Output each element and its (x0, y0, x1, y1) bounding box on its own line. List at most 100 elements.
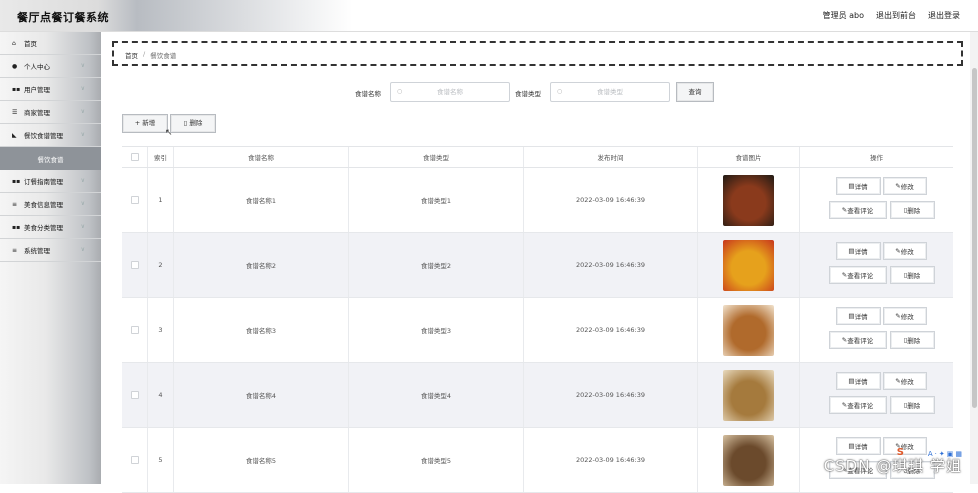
edit-button[interactable]: ✎ 修改 (883, 177, 927, 195)
sidebar-item-b1[interactable]: ≡美食信息管理∨ (0, 193, 101, 216)
sidebar-item-a0[interactable]: ⌂首页 (0, 32, 101, 55)
sidebar-item-a4[interactable]: ◣餐饮食谱管理∨ (0, 124, 101, 147)
chevron-down-icon: ∨ (81, 223, 85, 230)
logout-link[interactable]: 退出登录 (928, 10, 960, 21)
sidebar-item-b2[interactable]: ▪▪美食分类管理∨ (0, 216, 101, 239)
recipe-image (723, 240, 774, 291)
row-actions-cell: ▤ 详情✎ 修改 ✎ 查看评论▯ 删除 (800, 363, 953, 427)
row-checkbox[interactable] (131, 261, 139, 269)
delete-button[interactable]: ▯ 删除 (890, 266, 935, 284)
add-button[interactable]: + 新增 (122, 114, 168, 133)
view-comments-button[interactable]: ✎ 查看评论 (829, 266, 887, 284)
row-time: 2022-03-09 16:46:39 (524, 363, 698, 427)
sidebar-item-a2[interactable]: ▪▪用户管理∨ (0, 78, 101, 101)
sidebar-item-b0[interactable]: ▪▪订餐指南管理∨ (0, 170, 101, 193)
detail-button[interactable]: ▤ 详情 (836, 307, 881, 325)
edit-button[interactable]: ✎ 修改 (883, 437, 927, 455)
edit-button[interactable]: ✎ 修改 (883, 242, 927, 260)
row-checkbox[interactable] (131, 326, 139, 334)
row-checkbox[interactable] (131, 196, 139, 204)
search-bar: 食谱名称 ○ 食谱名称 食谱类型 ○ 食谱类型 查询 (101, 82, 978, 102)
sidebar: ⌂首页●个人中心∨▪▪用户管理∨☰商家管理∨◣餐饮食谱管理∨餐饮食谱▪▪订餐指南… (0, 32, 101, 484)
row-index: 5 (148, 428, 174, 492)
header-image: 食谱图片 (698, 147, 800, 167)
view-comments-button-label: 查看评论 (847, 335, 873, 345)
breadcrumb: 首页 / 餐饮食谱 (125, 50, 176, 60)
row-actions-cell: ▤ 详情✎ 修改 ✎ 查看评论▯ 删除 (800, 298, 953, 362)
row-name: 食谱名称5 (174, 428, 349, 492)
table-row: 4食谱名称4食谱类型42022-03-09 16:46:39▤ 详情✎ 修改✎ … (122, 363, 953, 428)
recipe-type-label: 食谱类型 (515, 88, 541, 98)
sidebar-item-b3[interactable]: ≡系统管理∨ (0, 239, 101, 262)
view-comments-button[interactable]: ✎ 查看评论 (829, 331, 887, 349)
recipe-image (723, 305, 774, 356)
delete-button[interactable]: ▯ 删除 (890, 331, 935, 349)
row-actions: ▤ 详情✎ 修改 ✎ 查看评论▯ 删除 (807, 370, 947, 420)
row-checkbox[interactable] (131, 391, 139, 399)
sidebar-item-label: 订餐指南管理 (24, 176, 63, 186)
row-checkbox[interactable] (131, 456, 139, 464)
view-comments-button[interactable]: ✎ 查看评论 (829, 396, 887, 414)
vertical-scrollbar[interactable] (970, 32, 978, 484)
row-actions: ▤ 详情✎ 修改 ✎ 查看评论▯ 删除 (807, 240, 947, 290)
delete-button[interactable]: ▯ 删除 (890, 201, 935, 219)
edit-button[interactable]: ✎ 修改 (883, 307, 927, 325)
row-image-cell (698, 363, 800, 427)
select-all-checkbox[interactable] (131, 153, 139, 161)
view-comments-button[interactable]: ✎ 查看评论 (829, 201, 887, 219)
sidebar-item-a3[interactable]: ☰商家管理∨ (0, 101, 101, 124)
detail-button-label: 详情 (855, 441, 868, 451)
header-name: 食谱名称 (174, 147, 349, 167)
detail-button[interactable]: ▤ 详情 (836, 242, 881, 260)
recipe-name-input[interactable]: ○ 食谱名称 (390, 82, 510, 102)
sidebar-item-a1[interactable]: ●个人中心∨ (0, 55, 101, 78)
recipe-type-input[interactable]: ○ 食谱类型 (550, 82, 670, 102)
chevron-down-icon: ∨ (81, 200, 85, 207)
row-select-cell (122, 428, 148, 492)
view-comments-button-label: 查看评论 (847, 400, 873, 410)
breadcrumb-separator: / (143, 50, 145, 60)
back-to-front-link[interactable]: 退出到前台 (876, 10, 916, 21)
row-index: 3 (148, 298, 174, 362)
delete-button-label: 删除 (907, 270, 920, 280)
breadcrumb-container: 首页 / 餐饮食谱 (112, 41, 963, 66)
detail-button-label: 详情 (855, 181, 868, 191)
sidebar-item-label: 商家管理 (24, 107, 50, 117)
delete-selected-button[interactable]: ▯ 删除 (170, 114, 216, 133)
detail-button[interactable]: ▤ 详情 (836, 372, 881, 390)
breadcrumb-current: 餐饮食谱 (150, 50, 176, 60)
table-row: 2食谱名称2食谱类型22022-03-09 16:46:39▤ 详情✎ 修改✎ … (122, 233, 953, 298)
header-index: 索引 (148, 147, 174, 167)
row-image-cell (698, 233, 800, 297)
row-name: 食谱名称1 (174, 168, 349, 232)
recipe-type-placeholder: 食谱类型 (597, 88, 623, 96)
row-name: 食谱名称4 (174, 363, 349, 427)
recipe-image (723, 435, 774, 486)
detail-button-label: 详情 (855, 246, 868, 256)
detail-button[interactable]: ▤ 详情 (836, 177, 881, 195)
edit-button-label: 修改 (901, 181, 914, 191)
recipe-image (723, 370, 774, 421)
table-header: 索引 食谱名称 食谱类型 发布时间 食谱图片 操作 (122, 146, 953, 168)
sidebar-subitem-recipes[interactable]: 餐饮食谱 (0, 147, 101, 170)
delete-button-label: 删除 (907, 400, 920, 410)
row-type: 食谱类型5 (349, 428, 524, 492)
recipe-name-placeholder: 食谱名称 (437, 88, 463, 96)
breadcrumb-home[interactable]: 首页 (125, 50, 138, 60)
delete-button[interactable]: ▯ 删除 (890, 396, 935, 414)
detail-button[interactable]: ▤ 详情 (836, 437, 881, 455)
query-button[interactable]: 查询 (676, 82, 714, 102)
row-actions-cell: ▤ 详情✎ 修改 ✎ 查看评论▯ 删除 (800, 233, 953, 297)
edit-button[interactable]: ✎ 修改 (883, 372, 927, 390)
view-comments-button-label: 查看评论 (847, 205, 873, 215)
row-image-cell (698, 168, 800, 232)
edit-button-label: 修改 (901, 376, 914, 386)
chevron-down-icon: ∨ (81, 131, 85, 138)
scrollbar-thumb[interactable] (972, 68, 977, 408)
row-select-cell (122, 233, 148, 297)
edit-button-label: 修改 (901, 311, 914, 321)
recipe-image (723, 175, 774, 226)
grid-icon: ▪▪ (12, 178, 21, 185)
admin-user-label[interactable]: 管理员 abo (823, 10, 864, 21)
row-time: 2022-03-09 16:46:39 (524, 168, 698, 232)
